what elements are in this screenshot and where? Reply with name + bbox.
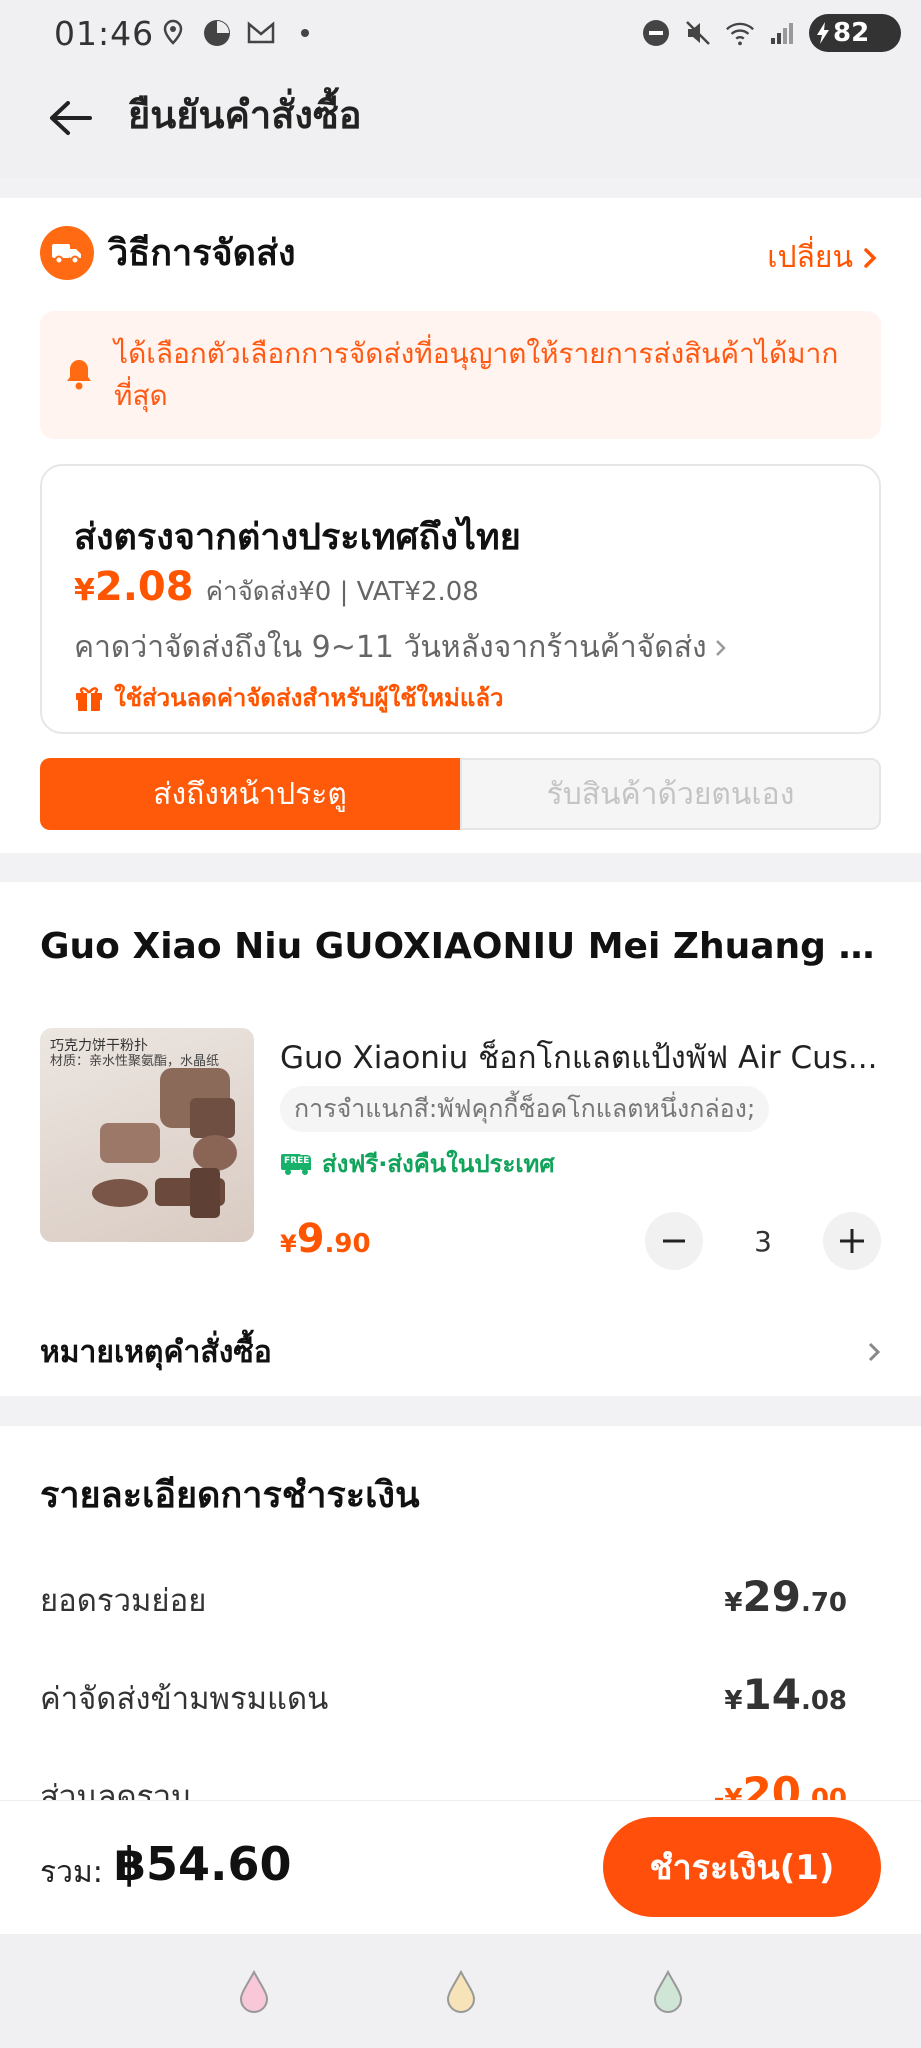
- shipping-option[interactable]: ส่งตรงจากต่างประเทศถึงไทย ¥2.08 ค่าจัดส่…: [40, 464, 881, 734]
- plus-icon: [840, 1229, 864, 1253]
- location-icon: [158, 18, 188, 48]
- shipping-dec: .08: [800, 1686, 847, 1716]
- product-photo-icon: [92, 1068, 237, 1218]
- shipping-card: วิธีการจัดส่ง เปลี่ยน ได้เลือกตัวเลือกกา…: [0, 198, 921, 853]
- subtotal-value: ¥29.70: [724, 1572, 847, 1621]
- minus-icon: [663, 1239, 685, 1243]
- change-shipping-link[interactable]: เปลี่ยน: [767, 234, 877, 281]
- nav-drop-pink-icon[interactable]: [237, 1969, 271, 2013]
- shipping-currency: ¥: [724, 1686, 743, 1716]
- option-eta[interactable]: คาดว่าจัดส่งถึงใน 9~11 วันหลังจากร้านค้า…: [74, 624, 727, 671]
- status-time: 01:46: [54, 14, 155, 53]
- option-price-row: ¥2.08 ค่าจัดส่ง¥0 | VAT¥2.08: [74, 564, 479, 612]
- signal-icon: [767, 18, 797, 48]
- back-button[interactable]: [40, 88, 100, 148]
- dnd-icon: [641, 18, 671, 48]
- price-int: 9: [296, 1216, 325, 1262]
- top-bar: ยืนยันคำสั่งซื้อ: [0, 70, 921, 178]
- free-badge: FREE: [282, 1154, 312, 1167]
- pie-icon: [202, 18, 232, 48]
- shipping-notice: ได้เลือกตัวเลือกการจัดส่งที่อนุญาตให้ราย…: [40, 311, 881, 439]
- status-icons-left: [158, 18, 320, 48]
- back-arrow-icon: [50, 101, 92, 135]
- subtotal-label: ยอดรวมย่อย: [40, 1583, 207, 1619]
- total-value: ฿54.60: [114, 1837, 292, 1891]
- shipping-text: ส่งฟรี·ส่งคืนในประเทศ: [322, 1150, 555, 1178]
- tab-home-delivery[interactable]: ส่งถึงหน้าประตู: [40, 758, 460, 830]
- option-price: ¥2.08: [74, 564, 194, 610]
- quantity-value[interactable]: 3: [703, 1225, 823, 1258]
- product-price: ¥9.90: [280, 1216, 371, 1262]
- product-variant[interactable]: การจำแนกสี:พัฟคุกกี้ช็อคโกแลตหนึ่งกล่อง;: [280, 1086, 770, 1132]
- checkout-bar: รวม: ฿54.60 ชำระเงิน(1): [0, 1800, 921, 1934]
- system-nav-bar: [0, 1934, 921, 2048]
- shipping-header: วิธีการจัดส่ง: [40, 224, 296, 281]
- shipping-title: วิธีการจัดส่ง: [108, 233, 296, 274]
- truck-icon: [40, 225, 94, 280]
- status-icons-right: 82: [641, 14, 901, 52]
- status-bar: 01:46 82: [0, 0, 921, 70]
- payment-details-card: รายละเอียดการชำระเงิน ยอดรวมย่อย ¥29.70 …: [0, 1426, 921, 1817]
- nav-drop-green-icon[interactable]: [651, 1969, 685, 2013]
- option-title: ส่งตรงจากต่างประเทศถึงไทย: [74, 517, 521, 558]
- chevron-right-icon: [864, 247, 877, 268]
- subtotal-int: 29: [742, 1572, 801, 1621]
- wifi-icon: [725, 18, 755, 48]
- subtotal-row: ยอดรวมย่อย ¥29.70: [40, 1572, 847, 1625]
- nav-drop-yellow-icon[interactable]: [444, 1969, 478, 2013]
- shipping-int: 14: [742, 1670, 801, 1719]
- promo-text: ใช้ส่วนลดค่าจัดส่งสำหรับผู้ใช้ใหม่แล้ว: [114, 684, 504, 712]
- order-note-row[interactable]: หมายเหตุคำสั่งซื้อ: [40, 1322, 881, 1382]
- page-title: ยืนยันคำสั่งซื้อ: [128, 93, 362, 137]
- notice-text: ได้เลือกตัวเลือกการจัดส่งที่อนุญาตให้ราย…: [114, 337, 839, 412]
- total-label: รวม:: [40, 1855, 103, 1890]
- delivery-segment: ส่งถึงหน้าประตู รับสินค้าด้วยตนเอง: [40, 758, 881, 830]
- bell-icon: [67, 360, 91, 390]
- free-shipping-truck-icon: FREE: [280, 1152, 312, 1176]
- order-card: Guo Xiao Niu GUOXIAONIU Mei Zhuang Pin P…: [0, 882, 921, 1396]
- option-promo: ใช้ส่วนลดค่าจัดส่งสำหรับผู้ใช้ใหม่แล้ว: [74, 678, 504, 717]
- price-dec: .90: [324, 1229, 371, 1259]
- product-name[interactable]: Guo Xiaoniu ช็อกโกแลตแป้งพัฟ Air Cus...: [280, 1032, 880, 1082]
- decrease-button[interactable]: [645, 1212, 703, 1270]
- increase-button[interactable]: [823, 1212, 881, 1270]
- crossborder-shipping-value: ¥14.08: [724, 1670, 847, 1719]
- pay-button[interactable]: ชำระเงิน(1): [603, 1817, 881, 1917]
- product-shipping-info: FREE ส่งฟรี·ส่งคืนในประเทศ: [280, 1144, 555, 1183]
- chevron-right-icon: [715, 639, 726, 656]
- change-label: เปลี่ยน: [767, 240, 853, 275]
- option-price-value: 2.08: [94, 564, 194, 610]
- battery-icon: 82: [809, 14, 901, 52]
- crossborder-shipping-row: ค่าจัดส่งข้ามพรมแดน ¥14.08: [40, 1670, 847, 1723]
- tab-self-pickup[interactable]: รับสินค้าด้วยตนเอง: [460, 758, 881, 830]
- crossborder-shipping-label: ค่าจัดส่งข้ามพรมแดน: [40, 1681, 329, 1717]
- store-name[interactable]: Guo Xiao Niu GUOXIAONIU Mei Zhuang Pin P…: [40, 926, 880, 967]
- dot-icon: [290, 18, 320, 48]
- option-eta-text: คาดว่าจัดส่งถึงใน 9~11 วันหลังจากร้านค้า…: [74, 630, 707, 665]
- product-image[interactable]: 巧克力饼干粉扑 材质：亲水性聚氨酯，水晶纸: [40, 1028, 254, 1242]
- chevron-right-icon: [868, 1342, 881, 1362]
- battery-level: 82: [833, 18, 870, 48]
- gift-icon: [76, 686, 102, 711]
- option-price-currency: ¥: [74, 573, 95, 608]
- price-currency: ¥: [280, 1230, 297, 1258]
- mail-icon: [246, 18, 276, 48]
- quantity-stepper: 3: [645, 1212, 881, 1270]
- order-note-label: หมายเหตุคำสั่งซื้อ: [40, 1334, 272, 1370]
- subtotal-currency: ¥: [724, 1588, 743, 1618]
- subtotal-dec: .70: [800, 1588, 847, 1618]
- mute-icon: [683, 18, 713, 48]
- option-fee-text: ค่าจัดส่ง¥0 | VAT¥2.08: [205, 577, 479, 607]
- payment-title: รายละเอียดการชำระเงิน: [40, 1475, 420, 1516]
